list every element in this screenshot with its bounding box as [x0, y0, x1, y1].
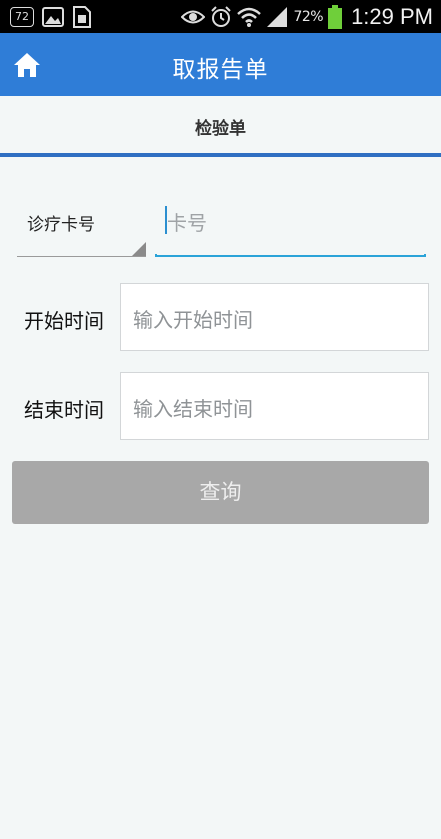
tab-bar: 检验单	[0, 96, 441, 154]
card-number-input[interactable]: 卡号	[155, 200, 426, 257]
battery-percent: 72%	[293, 9, 324, 25]
end-time-label: 结束时间	[24, 398, 104, 422]
status-bar-notifications: 72	[10, 5, 92, 29]
page-title: 取报告单	[172, 57, 269, 83]
tab-indicator	[0, 153, 441, 157]
status-bar: 72 72% 1:29 PM	[0, 0, 441, 33]
card-number-placeholder: 卡号	[167, 211, 207, 235]
card-number-underline	[155, 254, 426, 257]
dropdown-triangle-icon	[132, 242, 146, 256]
eye-icon	[181, 10, 206, 24]
end-time-placeholder: 输入结束时间	[133, 397, 253, 421]
start-time-placeholder: 输入开始时间	[133, 308, 253, 332]
image-icon	[42, 7, 64, 27]
tab-lab-report[interactable]: 检验单	[0, 114, 441, 139]
query-button[interactable]: 查询	[12, 461, 429, 524]
wifi-icon	[237, 7, 262, 27]
status-bar-system: 72% 1:29 PM	[181, 3, 433, 31]
battery-icon	[328, 5, 343, 29]
card-type-selected: 诊疗卡号	[27, 215, 95, 235]
start-time-label: 开始时间	[24, 309, 104, 333]
card-type-spinner[interactable]: 诊疗卡号	[17, 200, 146, 257]
notification-count-icon: 72	[10, 7, 34, 27]
start-time-input[interactable]: 输入开始时间	[120, 283, 429, 351]
end-time-input[interactable]: 输入结束时间	[120, 372, 429, 440]
sim-icon	[73, 6, 91, 28]
app-bar: 取报告单	[0, 33, 441, 96]
signal-icon	[267, 7, 288, 27]
clock: 1:29 PM	[351, 4, 433, 29]
alarm-icon	[211, 6, 232, 27]
